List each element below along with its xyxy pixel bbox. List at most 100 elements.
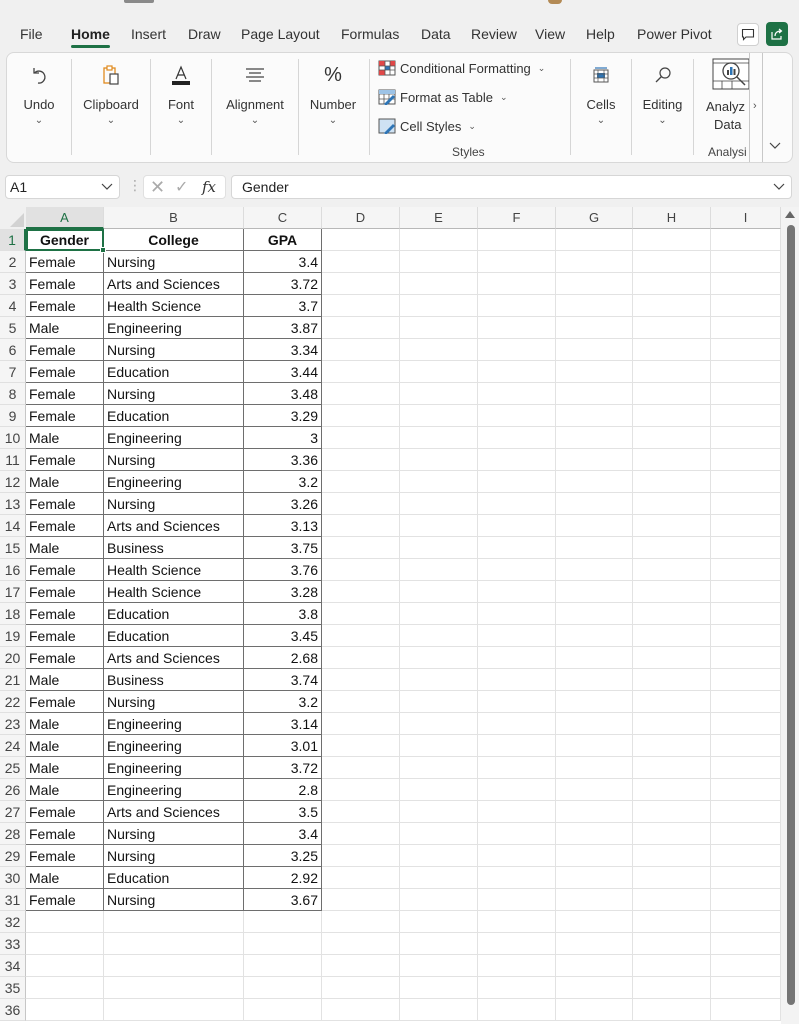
cell-d9[interactable] [322, 405, 400, 427]
cell-e14[interactable] [400, 515, 478, 537]
cell-d7[interactable] [322, 361, 400, 383]
cell-a11[interactable]: Female [26, 449, 104, 471]
cell-e3[interactable] [400, 273, 478, 295]
row-header-32[interactable]: 32 [0, 911, 26, 933]
cell-a21[interactable]: Male [26, 669, 104, 691]
cell-e4[interactable] [400, 295, 478, 317]
cell-b28[interactable]: Nursing [104, 823, 244, 845]
cell-d15[interactable] [322, 537, 400, 559]
cell-h25[interactable] [633, 757, 711, 779]
cell-h18[interactable] [633, 603, 711, 625]
cell-e25[interactable] [400, 757, 478, 779]
cell-e34[interactable] [400, 955, 478, 977]
cell-f7[interactable] [478, 361, 556, 383]
cell-a5[interactable]: Male [26, 317, 104, 339]
cell-i12[interactable] [711, 471, 781, 493]
cell-d12[interactable] [322, 471, 400, 493]
cell-a14[interactable]: Female [26, 515, 104, 537]
cell-c11[interactable]: 3.36 [244, 449, 322, 471]
cell-f33[interactable] [478, 933, 556, 955]
cell-f11[interactable] [478, 449, 556, 471]
cell-g32[interactable] [556, 911, 633, 933]
cell-f3[interactable] [478, 273, 556, 295]
cell-f12[interactable] [478, 471, 556, 493]
cell-f23[interactable] [478, 713, 556, 735]
cell-i16[interactable] [711, 559, 781, 581]
cell-h28[interactable] [633, 823, 711, 845]
cancel-icon[interactable]: ✕ [150, 177, 165, 198]
row-header-23[interactable]: 23 [0, 713, 26, 735]
cell-e24[interactable] [400, 735, 478, 757]
cell-d24[interactable] [322, 735, 400, 757]
cell-i31[interactable] [711, 889, 781, 911]
cell-f9[interactable] [478, 405, 556, 427]
column-header-i[interactable]: I [711, 207, 781, 229]
cell-b14[interactable]: Arts and Sciences [104, 515, 244, 537]
cell-d2[interactable] [322, 251, 400, 273]
cell-i35[interactable] [711, 977, 781, 999]
cell-e26[interactable] [400, 779, 478, 801]
cell-d20[interactable] [322, 647, 400, 669]
row-header-2[interactable]: 2 [0, 251, 26, 273]
cell-f18[interactable] [478, 603, 556, 625]
cell-b1[interactable]: College [104, 229, 244, 251]
cell-d34[interactable] [322, 955, 400, 977]
cell-f17[interactable] [478, 581, 556, 603]
cell-g30[interactable] [556, 867, 633, 889]
cell-c5[interactable]: 3.87 [244, 317, 322, 339]
cell-a35[interactable] [26, 977, 104, 999]
cell-a24[interactable]: Male [26, 735, 104, 757]
row-header-13[interactable]: 13 [0, 493, 26, 515]
cell-h27[interactable] [633, 801, 711, 823]
cell-g2[interactable] [556, 251, 633, 273]
cell-g26[interactable] [556, 779, 633, 801]
cell-a16[interactable]: Female [26, 559, 104, 581]
cell-f4[interactable] [478, 295, 556, 317]
cell-e31[interactable] [400, 889, 478, 911]
cell-b32[interactable] [104, 911, 244, 933]
cell-f26[interactable] [478, 779, 556, 801]
cell-b17[interactable]: Health Science [104, 581, 244, 603]
cell-e33[interactable] [400, 933, 478, 955]
cell-g13[interactable] [556, 493, 633, 515]
cell-d35[interactable] [322, 977, 400, 999]
cell-c9[interactable]: 3.29 [244, 405, 322, 427]
cell-b20[interactable]: Arts and Sciences [104, 647, 244, 669]
cell-f14[interactable] [478, 515, 556, 537]
cell-i11[interactable] [711, 449, 781, 471]
cell-c17[interactable]: 3.28 [244, 581, 322, 603]
cell-i1[interactable] [711, 229, 781, 251]
column-header-f[interactable]: F [478, 207, 556, 229]
cell-e28[interactable] [400, 823, 478, 845]
cell-g10[interactable] [556, 427, 633, 449]
cell-g14[interactable] [556, 515, 633, 537]
cell-b6[interactable]: Nursing [104, 339, 244, 361]
column-header-d[interactable]: D [322, 207, 400, 229]
cell-b19[interactable]: Education [104, 625, 244, 647]
cell-a29[interactable]: Female [26, 845, 104, 867]
cell-a32[interactable] [26, 911, 104, 933]
cell-a22[interactable]: Female [26, 691, 104, 713]
row-header-4[interactable]: 4 [0, 295, 26, 317]
cell-e35[interactable] [400, 977, 478, 999]
tab-page-layout[interactable]: Page Layout [241, 26, 320, 42]
cell-f19[interactable] [478, 625, 556, 647]
cell-b22[interactable]: Nursing [104, 691, 244, 713]
cell-h20[interactable] [633, 647, 711, 669]
cell-h32[interactable] [633, 911, 711, 933]
cell-b10[interactable]: Engineering [104, 427, 244, 449]
cell-i30[interactable] [711, 867, 781, 889]
cell-f34[interactable] [478, 955, 556, 977]
cell-d8[interactable] [322, 383, 400, 405]
cell-f13[interactable] [478, 493, 556, 515]
cell-e6[interactable] [400, 339, 478, 361]
cell-a28[interactable]: Female [26, 823, 104, 845]
check-icon[interactable]: ✓ [175, 177, 188, 197]
cell-i28[interactable] [711, 823, 781, 845]
cell-i34[interactable] [711, 955, 781, 977]
number-button[interactable]: % Number ⌄ [299, 53, 367, 162]
cell-e1[interactable] [400, 229, 478, 251]
cell-f25[interactable] [478, 757, 556, 779]
cell-d13[interactable] [322, 493, 400, 515]
cell-f30[interactable] [478, 867, 556, 889]
